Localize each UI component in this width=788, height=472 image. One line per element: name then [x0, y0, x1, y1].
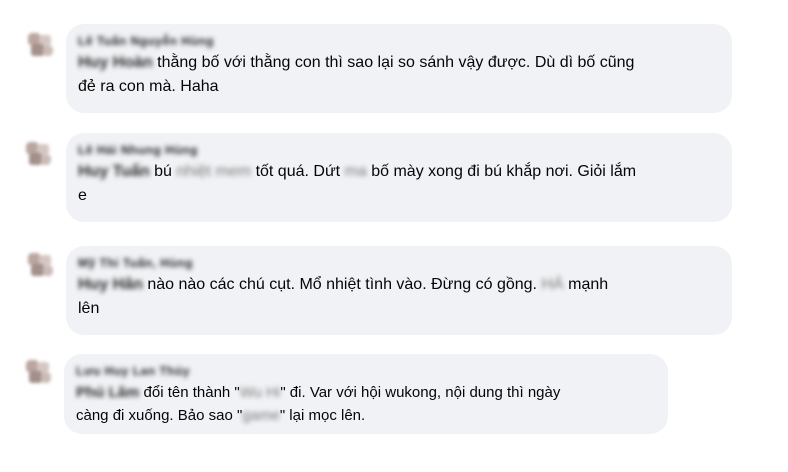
comment-text: Huy Tuấn bú nhiệt mem tốt quá. Dứt ma bố… [78, 160, 720, 208]
comment-text: Huy Hân nào nào các chú cụt. Mổ nhiệt tì… [78, 273, 720, 321]
censored-word: ma [344, 163, 367, 180]
commenter-avatar[interactable] [25, 250, 55, 280]
comment-mention[interactable]: Huy Hân [78, 273, 143, 297]
comment-mention[interactable]: Huy Hoàn [78, 51, 153, 75]
comment-bubble: Lê Tuấn Nguyễn Hùng Huy Hoàn thằng bố vớ… [66, 24, 732, 113]
comment-author-name[interactable]: Mỹ Thi Tuấn, Hùng [78, 255, 193, 271]
comment-text-segment: e [78, 187, 87, 204]
comment-text-segment: lên [78, 300, 100, 317]
comment-mention[interactable]: Huy Tuấn [78, 160, 150, 184]
comment-mention[interactable]: Phú Lâm [76, 381, 139, 404]
comment-bubble: Mỹ Thi Tuấn, Hùng Huy Hân nào nào các ch… [66, 246, 732, 335]
comment-author-name[interactable]: Lê Tuấn Nguyễn Hùng [78, 33, 214, 49]
commenter-avatar[interactable] [23, 357, 53, 387]
censored-word: nhiệt mem [176, 163, 252, 180]
commenter-avatar[interactable] [23, 139, 53, 169]
censored-word: Wu Hi [239, 384, 281, 401]
comment-text-segment: nào nào các chú cụt. Mổ nhiệt tình vào. … [147, 276, 537, 293]
comment-text: Phú Lâm đổi tên thành "Wu Hi" đi. Var vớ… [76, 381, 656, 427]
comment-bubble: Lưu Huy Lan Thủy Phú Lâm đổi tên thành "… [64, 354, 668, 434]
comment-text-segment: bú [154, 163, 172, 180]
comment-text: Huy Hoàn thằng bố với thằng con thì sao … [78, 51, 720, 99]
comment-author-name[interactable]: Lê Hải Nhung Hùng [78, 142, 198, 158]
comment-text-segment: thằng bố với thằng con thì sao lại so sá… [157, 54, 635, 71]
commenter-avatar[interactable] [25, 30, 55, 60]
comment-text-segment: " đi. Var với hội wukong, nội dung thì n… [280, 384, 561, 401]
comment-text-segment: càng đi xuống. Bảo sao " [76, 407, 243, 424]
comment-text-segment: mạnh [568, 276, 609, 293]
comment-text-segment: bố mày xong đi bú khắp nơi. Giỏi lắm [371, 163, 637, 180]
censored-word: HÁ [541, 276, 564, 293]
comment-text-segment: " lại mọc lên. [279, 407, 366, 424]
comment-text-segment: tốt quá. Dứt [255, 163, 341, 180]
comment-text-segment: đẻ ra con mà. Haha [78, 78, 219, 95]
comment-text-segment: đổi tên thành " [143, 384, 240, 401]
comment-bubble: Lê Hải Nhung Hùng Huy Tuấn bú nhiệt mem … [66, 133, 732, 222]
comment-author-name[interactable]: Lưu Huy Lan Thủy [76, 363, 190, 379]
censored-word: game [242, 407, 280, 424]
